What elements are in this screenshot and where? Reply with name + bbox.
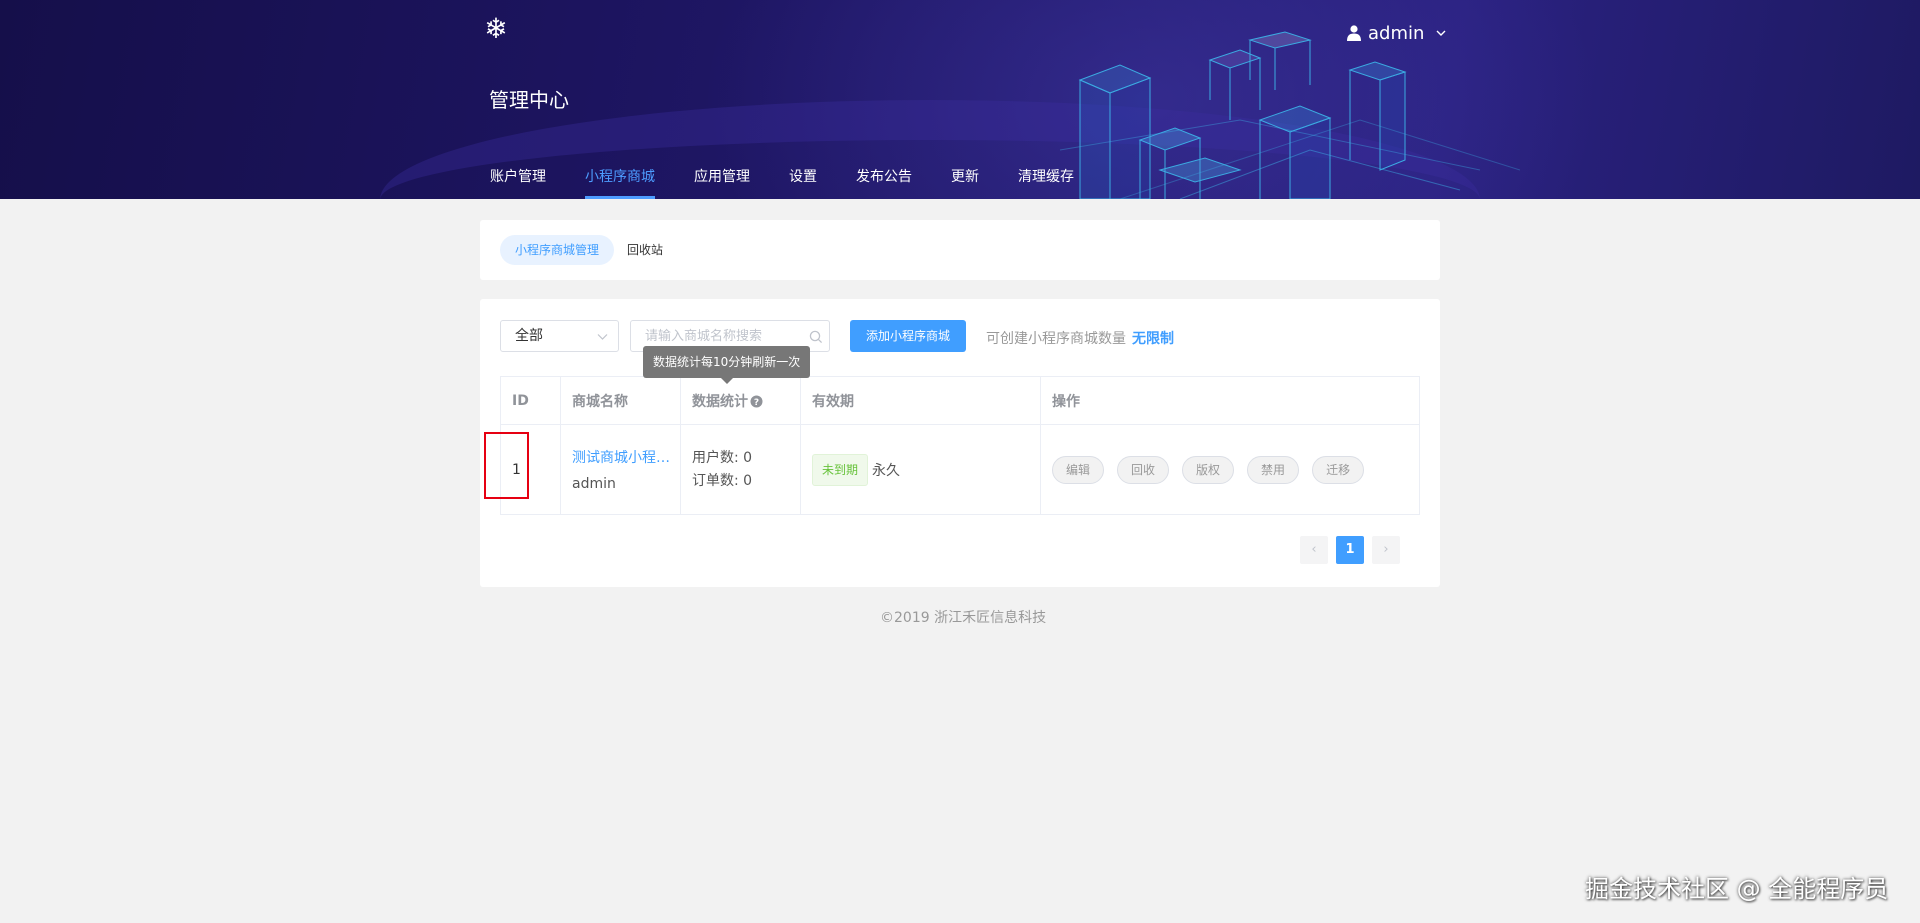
- page-number-button[interactable]: 1: [1336, 536, 1364, 564]
- snowflake-logo-icon[interactable]: ❄: [481, 14, 511, 44]
- recycle-button[interactable]: 回收: [1117, 455, 1170, 484]
- next-page-button[interactable]: ›: [1372, 536, 1400, 564]
- validity-text: 永久: [872, 462, 901, 479]
- header-name: 商城名称: [561, 377, 681, 424]
- create-limit: 可创建小程序商城数量 无限制: [986, 328, 1174, 348]
- tooltip-text: 数据统计每10分钟刷新一次: [653, 355, 801, 369]
- filter-select[interactable]: 全部: [500, 320, 619, 352]
- svg-text:?: ?: [754, 398, 759, 408]
- add-mall-button[interactable]: 添加小程序商城: [850, 320, 966, 352]
- footer-copyright: ©2019 浙江禾匠信息科技: [880, 610, 1047, 626]
- cell-name: 测试商城小程序... admin: [561, 425, 681, 514]
- nav-item-account[interactable]: 账户管理: [490, 166, 546, 199]
- watermark-text: 掘金技术社区 @ 全能程序员: [1585, 875, 1889, 903]
- app-header: ❄ admin 管理中心 账户管理 小程序商城 应用管理 设置 发布公告 更新 …: [0, 0, 1920, 199]
- help-icon[interactable]: ?: [750, 395, 763, 408]
- filter-select-value: 全部: [515, 328, 543, 344]
- cell-stats: 用户数: 0 订单数: 0: [681, 425, 801, 514]
- sub-tabs-card: 小程序商城管理 回收站: [480, 220, 1440, 280]
- header-id: ID: [501, 377, 561, 424]
- status-badge: 未到期: [812, 453, 869, 486]
- nav-item-clear-cache[interactable]: 清理缓存: [1018, 166, 1074, 199]
- user-count: 用户数: 0: [692, 449, 753, 466]
- city-graphic: [1060, 31, 1520, 199]
- page-title: 管理中心: [489, 88, 569, 112]
- migrate-button[interactable]: 迁移: [1312, 455, 1365, 484]
- header-stats-label: 数据统计: [692, 393, 748, 410]
- prev-page-button[interactable]: ‹: [1300, 536, 1328, 564]
- mall-table: ID 商城名称 数据统计? 有效期 操作 1 测试商城小程序... admin …: [500, 376, 1420, 515]
- tab-recycle-bin[interactable]: 回收站: [612, 235, 678, 265]
- nav-item-mini-mall[interactable]: 小程序商城: [585, 166, 655, 199]
- top-nav: 账户管理 小程序商城 应用管理 设置 发布公告 更新 清理缓存: [490, 166, 1113, 199]
- search-icon[interactable]: [809, 330, 823, 344]
- cell-actions: 编辑 回收 版权 禁用 迁移: [1041, 425, 1419, 514]
- highlight-annotation-box: [484, 432, 529, 499]
- pagination: ‹ 1 ›: [1300, 536, 1400, 564]
- nav-item-announcement[interactable]: 发布公告: [856, 166, 912, 199]
- nav-item-apps[interactable]: 应用管理: [694, 166, 750, 199]
- tooltip-arrow: [721, 378, 733, 384]
- person-icon: [1347, 25, 1361, 41]
- table-header-row: ID 商城名称 数据统计? 有效期 操作: [501, 377, 1419, 425]
- create-limit-value: 无限制: [1132, 331, 1174, 347]
- stats-tooltip: 数据统计每10分钟刷新一次: [643, 346, 811, 384]
- header-ops: 操作: [1052, 393, 1080, 410]
- user-name: admin: [1368, 22, 1425, 44]
- mall-name-link[interactable]: 测试商城小程序...: [572, 447, 680, 467]
- header-validity: 有效期: [801, 377, 1041, 424]
- order-count: 订单数: 0: [692, 472, 753, 489]
- header-stats: 数据统计?: [681, 377, 801, 424]
- mall-owner: admin: [572, 476, 616, 492]
- nav-item-settings[interactable]: 设置: [789, 166, 817, 199]
- disable-button[interactable]: 禁用: [1247, 455, 1300, 484]
- create-limit-label: 可创建小程序商城数量: [986, 331, 1126, 347]
- edit-button[interactable]: 编辑: [1052, 455, 1105, 484]
- copyright-button[interactable]: 版权: [1182, 455, 1235, 484]
- user-menu[interactable]: admin: [1347, 20, 1447, 46]
- mall-list-card: 全部 添加小程序商城 可创建小程序商城数量无限制 ID 商城名称 数据统计? 有…: [480, 299, 1440, 587]
- chevron-down-icon: [1436, 30, 1446, 36]
- cell-validity: 未到期 永久: [801, 425, 1041, 514]
- table-row: 1 测试商城小程序... admin 用户数: 0 订单数: 0 未到期 永久 …: [501, 425, 1419, 514]
- chevron-down-icon: [597, 334, 608, 340]
- nav-item-update[interactable]: 更新: [951, 166, 979, 199]
- tab-mall-manage[interactable]: 小程序商城管理: [500, 235, 615, 265]
